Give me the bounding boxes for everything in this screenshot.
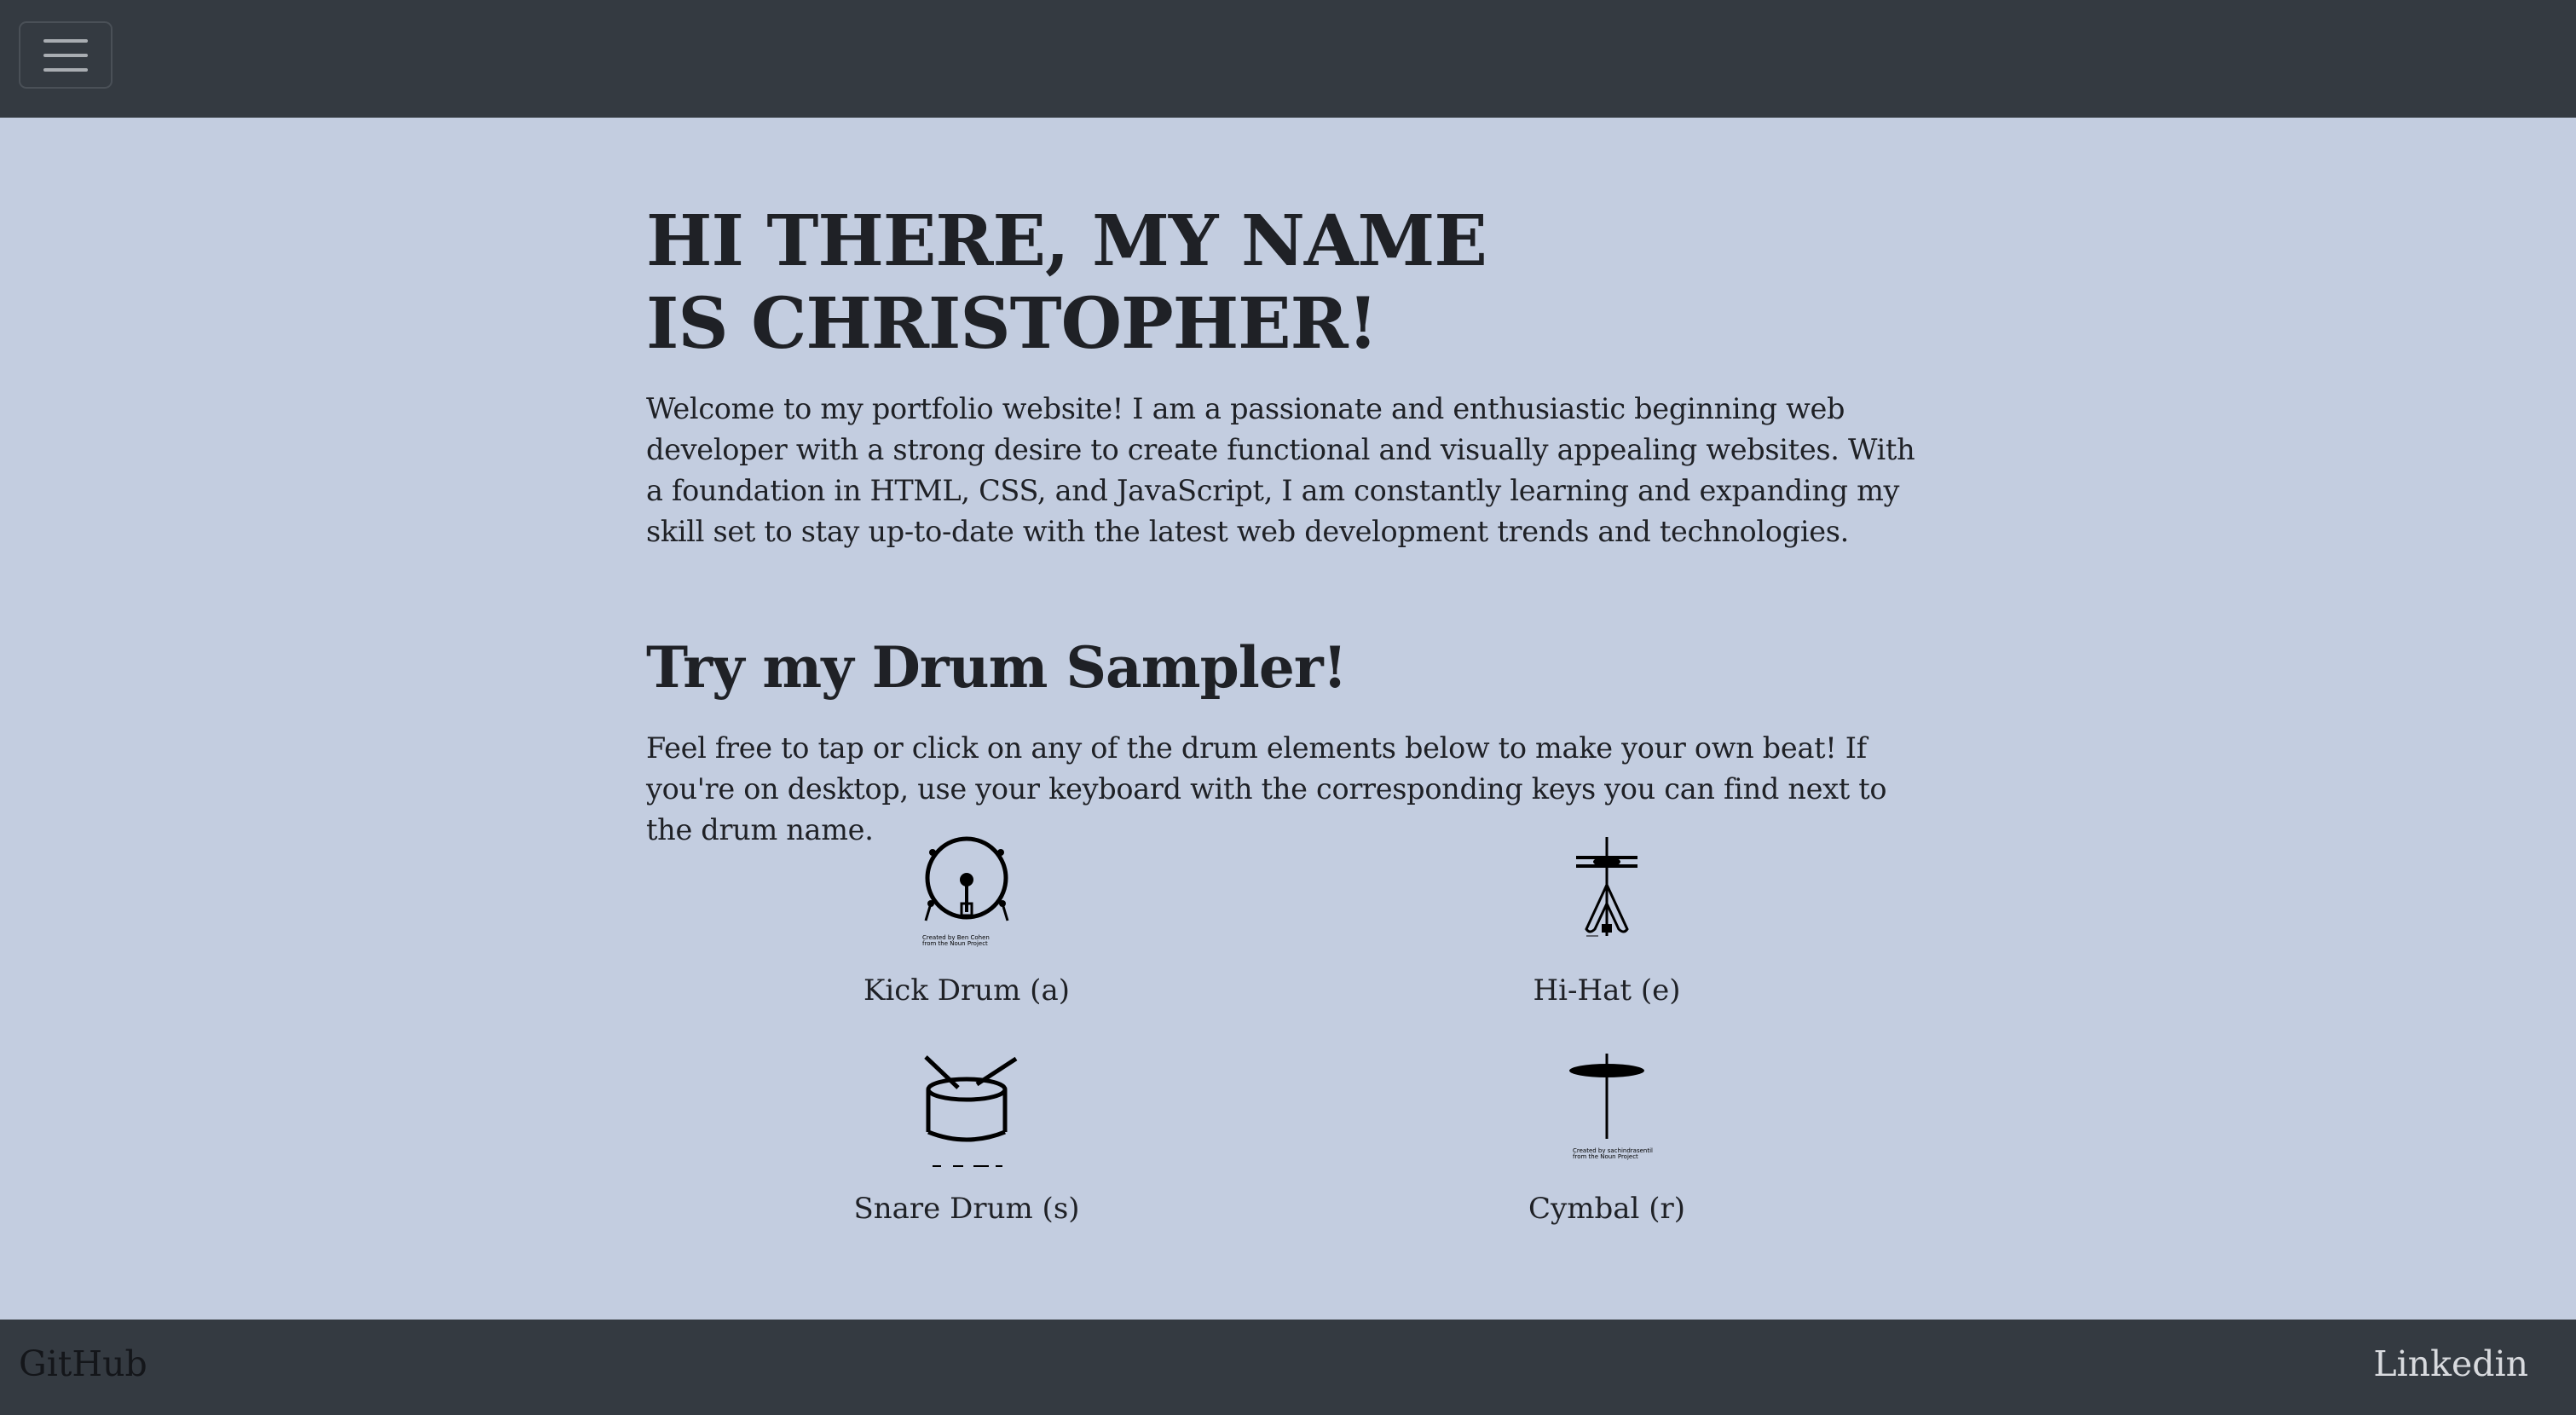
svg-text:from the Noun Project: from the Noun Project [922,940,988,947]
kick-drum-label: Kick Drum (a) [863,973,1070,1008]
navbar-toggle-button[interactable] [19,21,113,89]
svg-text:from the Noun Project: from the Noun Project [1573,1153,1638,1160]
snare-drum-icon [924,1055,1018,1167]
github-link[interactable]: GitHub [19,1340,147,1388]
drum-sampler-description: Feel free to tap or click on any of the … [646,731,1887,846]
cymbal-icon: Created by sachindrasentil from the Noun… [1569,1054,1653,1160]
footer: GitHub Linkedin [0,1320,2576,1415]
cymbal-label: Cymbal (r) [1528,1192,1685,1226]
intro-paragraph: Welcome to my portfolio website! I am a … [646,392,1915,548]
snare-drum-label: Snare Drum (s) [853,1192,1080,1226]
hamburger-menu-icon [43,39,88,72]
navbar [0,0,2576,118]
page-title: HI THERE, MY NAME IS CHRISTOPHER! [646,200,1487,365]
kick-drum-icon: Created by Ben Cohen from the Noun Proje… [922,836,1009,947]
linkedin-link[interactable]: Linkedin [2373,1340,2528,1388]
drum-sampler-heading: Try my Drum Sampler! [646,634,1348,701]
hi-hat-label: Hi-Hat (e) [1533,973,1681,1008]
hi-hat-icon [1576,837,1637,937]
